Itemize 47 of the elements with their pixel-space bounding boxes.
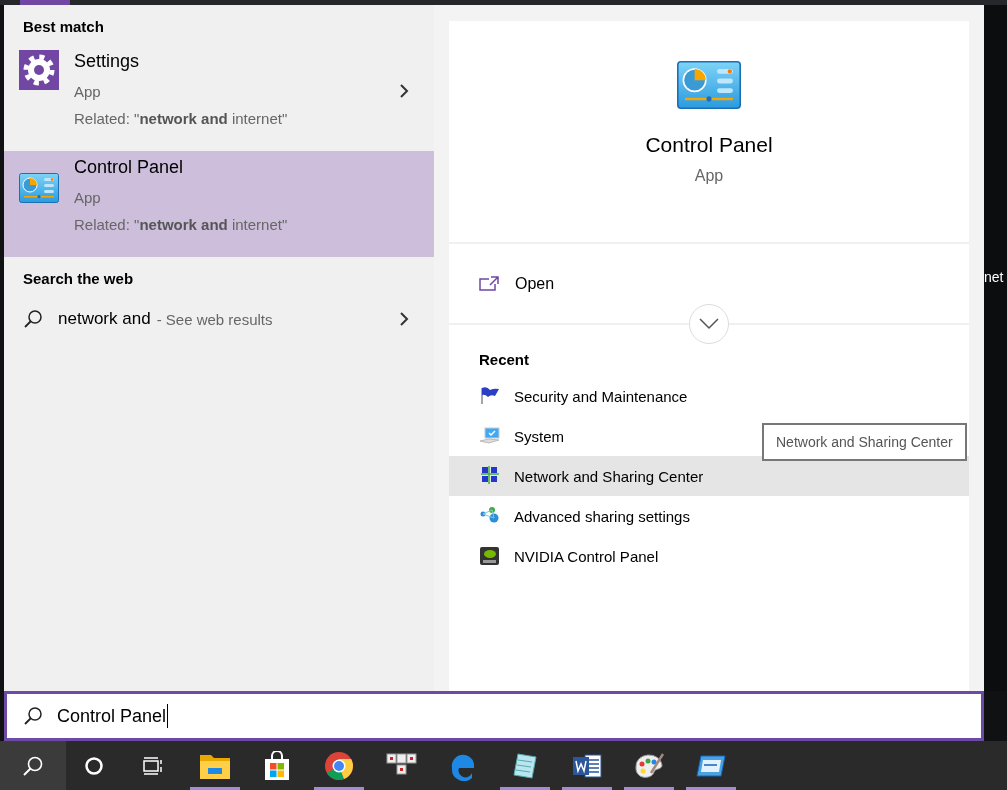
recent-item[interactable]: Network and Sharing Center xyxy=(449,456,969,496)
related-text: Related: "network and internet" xyxy=(74,215,288,235)
chrome-icon[interactable] xyxy=(324,750,354,781)
network-grid-icon xyxy=(479,466,501,486)
search-icon xyxy=(22,754,44,777)
notepad-icon[interactable] xyxy=(510,750,540,781)
web-results-text: - See web results xyxy=(156,310,273,328)
open-action[interactable]: Open xyxy=(449,263,969,304)
task-view-icon xyxy=(142,755,164,776)
chevron-down-icon xyxy=(699,318,719,330)
shopping-bag-icon[interactable] xyxy=(262,750,292,781)
chevron-right-icon[interactable] xyxy=(399,311,409,327)
settings-gear-icon xyxy=(19,50,59,90)
result-type: App xyxy=(74,188,101,208)
control-panel-icon xyxy=(19,173,59,203)
search-icon xyxy=(23,309,43,329)
text-cursor xyxy=(167,704,169,728)
result-item[interactable]: Settings App Related: "network and internet" xyxy=(4,45,434,151)
related-text: Related: "network and internet" xyxy=(74,109,288,129)
recent-item[interactable]: NVIDIA Control Panel xyxy=(449,536,689,576)
section-heading: Best match xyxy=(22,17,105,37)
web-result[interactable]: network and - See web results xyxy=(4,297,434,341)
result-title: Settings xyxy=(74,50,140,73)
app-type: App xyxy=(694,167,724,185)
search-icon xyxy=(23,706,43,726)
background-text: net xyxy=(984,269,1004,285)
recent-item[interactable]: Advanced sharing settings xyxy=(449,496,720,536)
graphics-card-icon xyxy=(479,546,501,566)
result-item[interactable]: Control Panel App Related: "network and internet" xyxy=(4,151,434,257)
control-panel-icon xyxy=(674,61,744,109)
result-title: Control Panel xyxy=(74,156,184,179)
result-type: App xyxy=(74,82,101,102)
search-button[interactable] xyxy=(0,741,66,790)
recent-item[interactable]: System xyxy=(449,416,594,456)
computer-icon xyxy=(479,426,501,446)
expand-button[interactable] xyxy=(689,304,729,344)
tooltip: Network and Sharing Center xyxy=(762,423,967,461)
flag-icon xyxy=(479,386,501,406)
circle-icon xyxy=(84,755,104,776)
section-heading: Search the web xyxy=(22,269,135,289)
external-window-icon xyxy=(479,275,499,292)
recent-item[interactable]: Security and Maintenance xyxy=(449,376,718,416)
web-query: network and xyxy=(58,309,151,329)
search-field[interactable]: Control Panel xyxy=(4,691,984,741)
section-heading: Recent xyxy=(478,351,531,368)
chevron-right-icon[interactable] xyxy=(399,83,409,99)
app-title: Control Panel xyxy=(645,133,773,157)
